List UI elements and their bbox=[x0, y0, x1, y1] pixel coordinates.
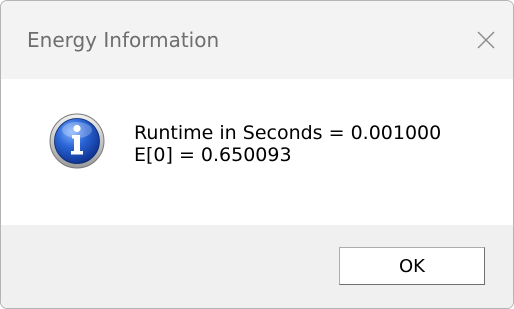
message-dialog: Energy Information Runtime in Seconds = … bbox=[0, 0, 514, 309]
message-area: Runtime in Seconds = 0.001000 E[0] = 0.6… bbox=[1, 79, 513, 225]
close-icon bbox=[477, 31, 495, 49]
window-title: Energy Information bbox=[27, 28, 220, 52]
info-icon bbox=[49, 113, 105, 169]
message-text: Runtime in Seconds = 0.001000 E[0] = 0.6… bbox=[134, 122, 441, 166]
title-bar: Energy Information bbox=[1, 1, 513, 79]
ok-button[interactable]: OK bbox=[339, 247, 485, 285]
close-button[interactable] bbox=[464, 19, 508, 61]
button-bar: OK bbox=[1, 225, 513, 308]
message-line-energy: E[0] = 0.650093 bbox=[134, 144, 292, 166]
message-line-runtime: Runtime in Seconds = 0.001000 bbox=[134, 122, 442, 144]
